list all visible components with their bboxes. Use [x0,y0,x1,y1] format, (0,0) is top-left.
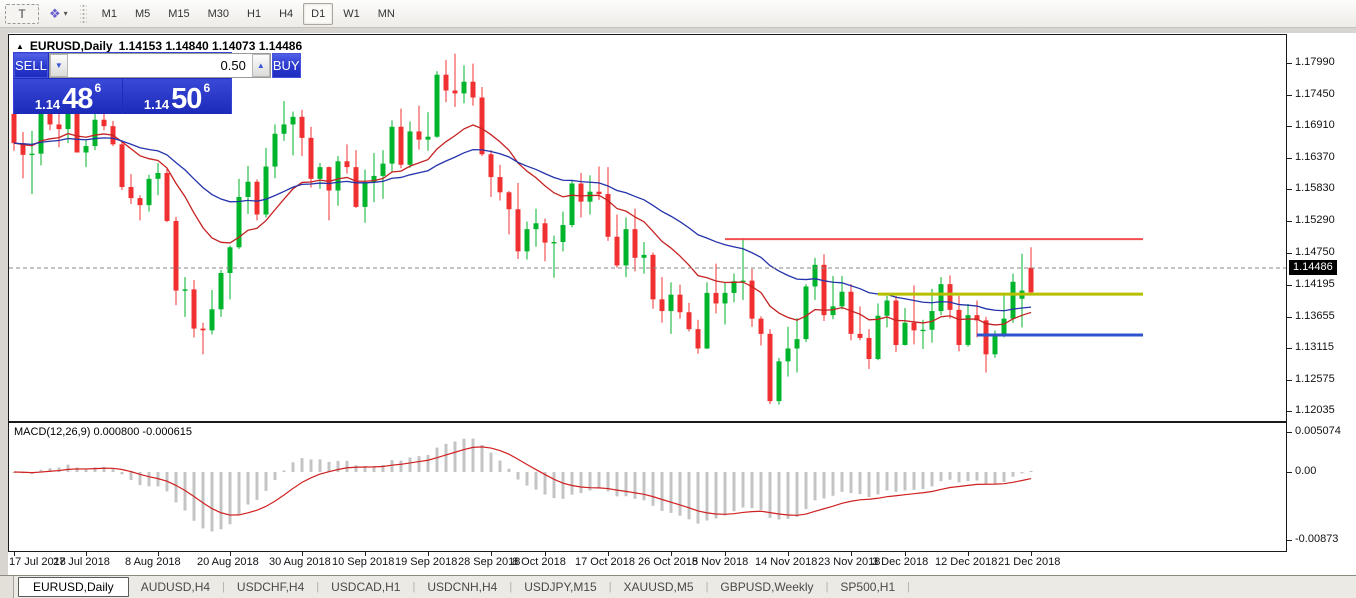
macd-axis-label-tick [1287,540,1292,541]
tab-separator: | [907,581,910,593]
macd-label: MACD(12,26,9) 0.000800 -0.000615 [14,426,192,438]
timeframe-button-group: M1M5M15M30H1H4D1W1MN [93,3,404,25]
symbol-marker-icon: ▲ [16,42,24,51]
bid-quote[interactable]: 1.14 48 6 [14,79,122,114]
price-axis-label-tick [1287,95,1292,96]
top-toolbar: T ❖ ▾ M1M5M15M30H1H4D1W1MN [0,0,1356,28]
price-axis-label: 1.15830 [1295,182,1335,194]
main-price-plot[interactable]: ▲ EURUSD,Daily 1.14153 1.14840 1.14073 1… [8,34,1287,422]
price-axis-label-tick [1287,158,1292,159]
chart-tab-eurusd[interactable]: EURUSD,Daily [18,577,129,597]
chart-tab-xauusd[interactable]: XAUUSD,M5 [612,578,706,596]
timeframe-button-mn[interactable]: MN [370,3,403,25]
bid-big-digits: 48 [62,86,92,112]
chart-tab-usdjpy[interactable]: USDJPY,M15 [512,578,608,596]
chevron-down-icon: ▾ [64,9,68,18]
date-axis-label: 10 Sep 2018 [332,556,394,568]
ask-prefix: 1.14 [144,97,169,112]
price-axis-label: 1.16370 [1295,151,1335,163]
price-axis-label-tick [1287,253,1292,254]
price-axis-label-tick [1287,189,1292,190]
price-axis-label: 1.17990 [1295,56,1335,68]
date-axis-label: 3 Dec 2018 [872,556,928,568]
macd-indicator-pane[interactable]: MACD(12,26,9) 0.000800 -0.000615 [8,422,1287,552]
sell-button[interactable]: SELL [14,53,48,78]
price-axis-label-tick [1287,380,1292,381]
price-axis-label-tick [1287,126,1292,127]
chart-tab-sp500[interactable]: SP500,H1 [828,578,907,596]
current-price-tag: 1.14486 [1289,260,1337,275]
date-axis-label: 8 Aug 2018 [125,556,181,568]
price-axis-label: 1.16910 [1295,119,1335,131]
timeframe-button-h1[interactable]: H1 [239,3,269,25]
timeframe-button-h4[interactable]: H4 [271,3,301,25]
one-click-trading-panel: SELL ▼ ▲ BUY 1.14 48 6 1.14 50 6 [13,52,232,114]
price-axis-label-tick [1287,317,1292,318]
volume-increase-button[interactable]: ▲ [252,54,270,77]
date-axis-label: 30 Aug 2018 [269,556,331,568]
date-axis-label: 19 Sep 2018 [395,556,457,568]
date-axis-label: 8 Oct 2018 [512,556,566,568]
date-axis-label: 21 Dec 2018 [998,556,1060,568]
price-axis-label-tick [1287,221,1292,222]
price-axis-label-tick [1287,411,1292,412]
chart-symbol-label: EURUSD,Daily [30,39,113,53]
volume-decrease-button[interactable]: ▼ [50,54,68,77]
tab-corner [0,576,14,598]
volume-input[interactable] [68,54,252,77]
price-axis-label: 1.15290 [1295,214,1335,226]
date-axis-label: 27 Jul 2018 [53,556,110,568]
ask-big-digits: 50 [171,86,201,112]
macd-axis-label: -0.00873 [1295,533,1338,545]
price-axis-label: 1.17450 [1295,88,1335,100]
timeframe-button-w1[interactable]: W1 [335,3,368,25]
bid-prefix: 1.14 [35,97,60,112]
timeframe-button-m30[interactable]: M30 [200,3,237,25]
date-axis[interactable]: 17 Jul 201827 Jul 20188 Aug 201820 Aug 2… [8,552,1287,575]
toolbar-grip[interactable] [80,4,87,24]
price-axis-label-tick [1287,285,1292,286]
price-axis-label: 1.12035 [1295,404,1335,416]
chart-tab-bar: EURUSD,DailyAUDUSD,H4|USDCHF,H4|USDCAD,H… [0,575,1356,598]
date-axis-label: 14 Nov 2018 [755,556,817,568]
timeframe-button-m15[interactable]: M15 [160,3,197,25]
bid-pip-digit: 6 [94,83,101,93]
timeframe-button-m5[interactable]: M5 [127,3,158,25]
date-axis-label: 5 Nov 2018 [692,556,748,568]
chart-tab-usdcnh[interactable]: USDCNH,H4 [415,578,509,596]
price-axis[interactable]: 1.17990 1.17450 1.16910 1.16370 1.15830 1.152… [1287,33,1356,575]
buy-button[interactable]: BUY [272,53,301,78]
chart-window: ▲ EURUSD,Daily 1.14153 1.14840 1.14073 1… [8,33,1356,575]
arrows-icon: ❖ [49,6,61,22]
price-axis-label-tick [1287,348,1292,349]
price-axis-label: 1.13115 [1295,341,1334,353]
timeframe-button-d1[interactable]: D1 [303,3,333,25]
macd-axis-label-tick [1287,472,1292,473]
chart-tab-usdchf[interactable]: USDCHF,H4 [225,578,316,596]
timeframe-button-m1[interactable]: M1 [94,3,125,25]
chart-tab-gbpusd[interactable]: GBPUSD,Weekly [708,578,825,596]
text-tool-button[interactable]: T [5,4,39,24]
price-axis-label-tick [1287,63,1292,64]
price-axis-label: 1.14195 [1295,278,1335,290]
price-axis-label: 1.14750 [1295,246,1335,258]
macd-axis-label-tick [1287,432,1292,433]
macd-axis-label: 0.005074 [1295,425,1341,437]
chart-ohlc-values: 1.14153 1.14840 1.14073 1.14486 [119,39,303,53]
ask-pip-digit: 6 [203,83,210,93]
date-axis-label: 26 Oct 2018 [638,556,698,568]
arrows-dropdown-button[interactable]: ❖ ▾ [49,6,68,22]
price-axis-label: 1.12575 [1295,373,1335,385]
ask-quote[interactable]: 1.14 50 6 [123,79,231,114]
date-axis-label: 12 Dec 2018 [935,556,997,568]
chart-tab-audusd[interactable]: AUDUSD,H4 [129,578,222,596]
macd-chart[interactable] [9,423,1286,551]
price-axis-label: 1.13655 [1295,310,1335,322]
chart-title: ▲ EURUSD,Daily 1.14153 1.14840 1.14073 1… [16,39,302,53]
volume-spinner: ▼ ▲ [49,53,271,78]
chart-tab-usdcad[interactable]: USDCAD,H1 [319,578,412,596]
macd-axis-label: 0.00 [1295,465,1316,477]
date-axis-label: 17 Oct 2018 [575,556,635,568]
date-axis-label: 20 Aug 2018 [197,556,259,568]
